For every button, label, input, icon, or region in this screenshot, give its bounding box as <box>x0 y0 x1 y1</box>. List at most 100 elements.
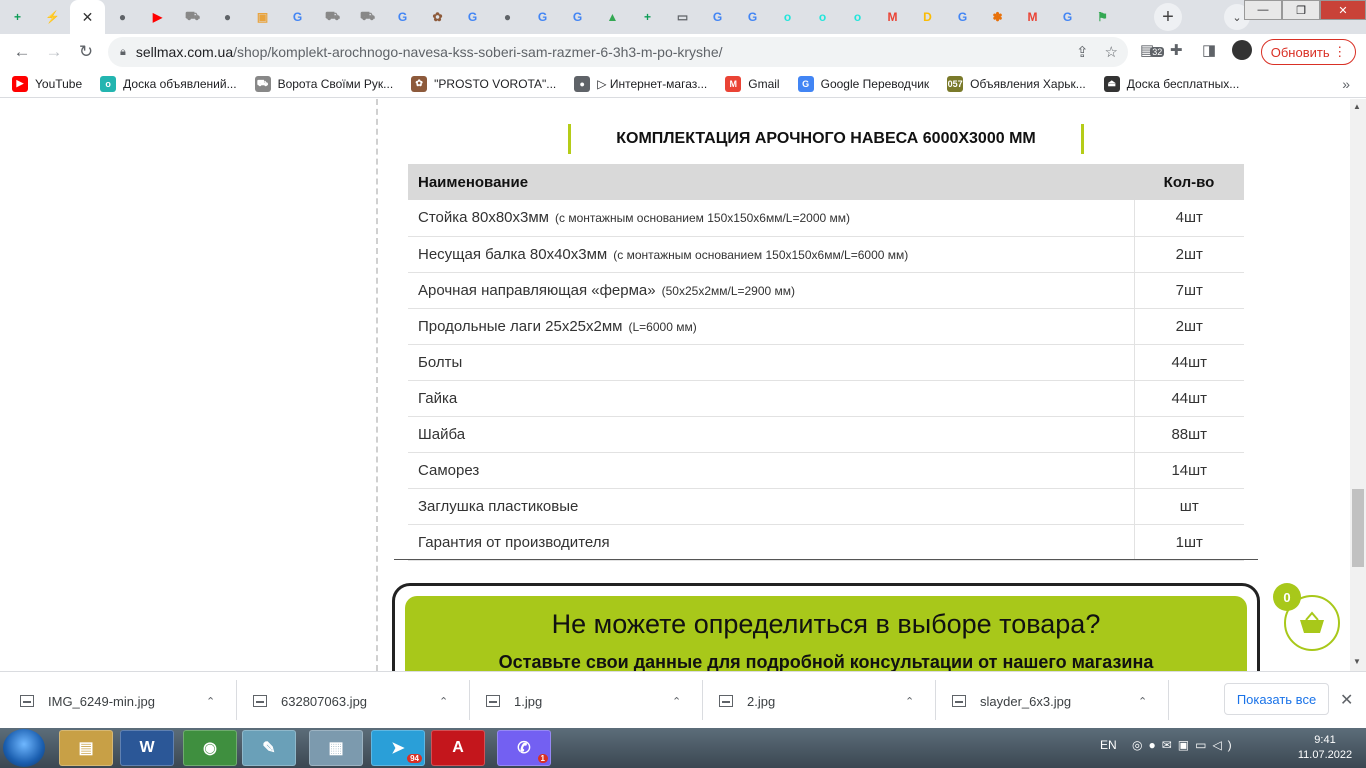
globe-icon: ● <box>223 10 232 24</box>
bookmark-item[interactable]: ● ▷ Интернет-магаз... <box>574 75 708 92</box>
bookmark-star-icon[interactable]: ☆ <box>1105 43 1118 61</box>
browser-tab[interactable]: ▭ <box>665 0 700 34</box>
download-item[interactable]: slayder_6x3.jpg ⌃ <box>932 684 1157 718</box>
page-scrollbar[interactable] <box>1350 99 1366 671</box>
browser-tab[interactable]: ▶ <box>140 0 175 34</box>
bookmark-item[interactable]: o Доска объявлений... <box>100 75 237 92</box>
browser-tab[interactable]: ● <box>210 0 245 34</box>
d-icon: D <box>923 10 932 24</box>
bookmark-label: Объявления Харьк... <box>970 76 1086 91</box>
taskbar-telegram[interactable]: ➤ 94 <box>371 730 425 766</box>
browser-tab[interactable]: G <box>735 0 770 34</box>
browser-tab[interactable]: ✽ <box>980 0 1015 34</box>
browser-tab[interactable]: ● <box>105 0 140 34</box>
browser-tab[interactable]: ⛟ <box>315 0 350 34</box>
bookmark-item[interactable]: ⛟ Ворота Своїми Рук... <box>254 75 393 92</box>
extension-counter-icon[interactable]: ▤32 <box>1140 41 1165 59</box>
bookmark-item[interactable]: ▶ YouTube <box>12 75 82 92</box>
viber-badge: 1 <box>537 754 548 763</box>
system-tray-icons[interactable]: ◎●✉▣▭◁) <box>1132 738 1238 752</box>
chevron-up-icon[interactable]: ⌃ <box>439 695 448 708</box>
download-item[interactable]: 1.jpg ⌃ <box>466 684 691 718</box>
share-icon[interactable]: ⇪ <box>1076 43 1089 61</box>
browser-tab[interactable]: D <box>910 0 945 34</box>
profile-avatar[interactable] <box>1232 40 1252 60</box>
olx-icon: o <box>853 10 862 24</box>
bookmarks-more-icon[interactable]: » <box>1342 76 1350 92</box>
forward-button[interactable]: → <box>38 36 70 68</box>
bookmark-item[interactable]: ⏏ Доска бесплатных... <box>1103 75 1239 92</box>
browser-tab[interactable]: G <box>560 0 595 34</box>
chevron-up-icon[interactable]: ⌃ <box>905 695 914 708</box>
extensions-puzzle-icon[interactable]: ✚ <box>1170 41 1183 59</box>
item-name-cell: Продольные лаги 25х25х2мм (L=6000 мм) <box>408 308 1134 345</box>
new-tab-button[interactable]: + <box>1154 3 1182 31</box>
google-icon: G <box>957 10 968 24</box>
scroll-down-arrow[interactable]: ▼ <box>1353 657 1361 666</box>
taskbar-clock[interactable]: 9:41 11.07.2022 <box>1290 733 1360 763</box>
download-item[interactable]: IMG_6249-min.jpg ⌃ <box>0 684 225 718</box>
minimize-button[interactable]: — <box>1244 0 1282 20</box>
browser-tab[interactable]: G <box>525 0 560 34</box>
browser-tab[interactable]: ✕ <box>70 0 105 34</box>
taskbar-word[interactable]: W <box>120 730 174 766</box>
browser-tab[interactable]: M <box>1015 0 1050 34</box>
scrollbar-thumb[interactable] <box>1352 489 1364 567</box>
bookmark-item[interactable]: M Gmail <box>725 75 780 92</box>
start-button[interactable] <box>3 729 45 767</box>
bookmark-item[interactable]: 057 Объявления Харьк... <box>947 75 1086 92</box>
maximize-button[interactable]: ❐ <box>1282 0 1320 20</box>
table-row: Заглушка пластиковые шт <box>408 488 1244 525</box>
close-tab-icon[interactable]: ✕ <box>82 9 94 26</box>
bookmark-label: Доска объявлений... <box>123 76 237 91</box>
browser-tab[interactable]: ⛟ <box>175 0 210 34</box>
taskbar-acrobat[interactable]: A <box>431 730 485 766</box>
address-bar[interactable]: 🔒︎ sellmax.com.ua/shop/komplekt-arochnog… <box>108 37 1128 67</box>
language-indicator[interactable]: EN <box>1100 738 1117 752</box>
close-downloads-icon[interactable]: ✕ <box>1340 690 1353 710</box>
browser-tab[interactable]: G <box>385 0 420 34</box>
reload-button[interactable]: ↻ <box>70 36 102 68</box>
chevron-up-icon[interactable]: ⌃ <box>672 695 681 708</box>
browser-tab[interactable]: ● <box>490 0 525 34</box>
chevron-up-icon[interactable]: ⌃ <box>206 695 215 708</box>
bookmark-item[interactable]: G Google Переводчик <box>797 75 929 92</box>
browser-tab[interactable]: + <box>630 0 665 34</box>
download-item[interactable]: 2.jpg ⌃ <box>699 684 924 718</box>
browser-tab[interactable]: G <box>1050 0 1085 34</box>
taskbar-calculator[interactable]: ▦ <box>309 730 363 766</box>
bookmark-item[interactable]: ✿ "PROSTO VOROTA"... <box>411 75 556 92</box>
browser-tab[interactable]: G <box>945 0 980 34</box>
taskbar-notepad[interactable]: ✎ <box>242 730 296 766</box>
browser-tab[interactable]: ▲ <box>595 0 630 34</box>
table-row: Саморез 14шт <box>408 452 1244 489</box>
item-name: Несущая балка 80х40х3мм <box>418 245 608 263</box>
browser-tab[interactable]: ⛟ <box>350 0 385 34</box>
lock-icon: 🔒︎ <box>120 45 126 58</box>
browser-tab[interactable]: ▣ <box>245 0 280 34</box>
bookmark-label: ▷ Интернет-магаз... <box>597 76 708 91</box>
scroll-up-arrow[interactable]: ▲ <box>1353 102 1361 111</box>
update-button[interactable]: Обновить ⋮ <box>1261 39 1356 65</box>
taskbar-viber[interactable]: ✆ 1 <box>497 730 551 766</box>
back-button[interactable]: ← <box>6 36 38 68</box>
browser-tab[interactable]: ✿ <box>420 0 455 34</box>
browser-tab[interactable]: G <box>700 0 735 34</box>
browser-tab[interactable]: G <box>280 0 315 34</box>
browser-tab[interactable]: o <box>840 0 875 34</box>
google-icon: G <box>292 10 303 24</box>
close-window-button[interactable]: ✕ <box>1320 0 1366 20</box>
browser-tab[interactable]: ⚡ <box>35 0 70 34</box>
show-all-downloads-button[interactable]: Показать все <box>1224 683 1329 715</box>
browser-tab[interactable]: G <box>455 0 490 34</box>
browser-tab[interactable]: M <box>875 0 910 34</box>
browser-tab[interactable]: o <box>805 0 840 34</box>
browser-tab[interactable]: ⚑ <box>1085 0 1120 34</box>
download-item[interactable]: 632807063.jpg ⌃ <box>233 684 458 718</box>
chevron-up-icon[interactable]: ⌃ <box>1138 695 1147 708</box>
browser-tab[interactable]: o <box>770 0 805 34</box>
side-panel-icon[interactable]: ◨ <box>1202 41 1216 59</box>
taskbar-chrome[interactable]: ◉ <box>183 730 237 766</box>
taskbar-explorer[interactable]: ▤ <box>59 730 113 766</box>
browser-tab[interactable]: + <box>0 0 35 34</box>
